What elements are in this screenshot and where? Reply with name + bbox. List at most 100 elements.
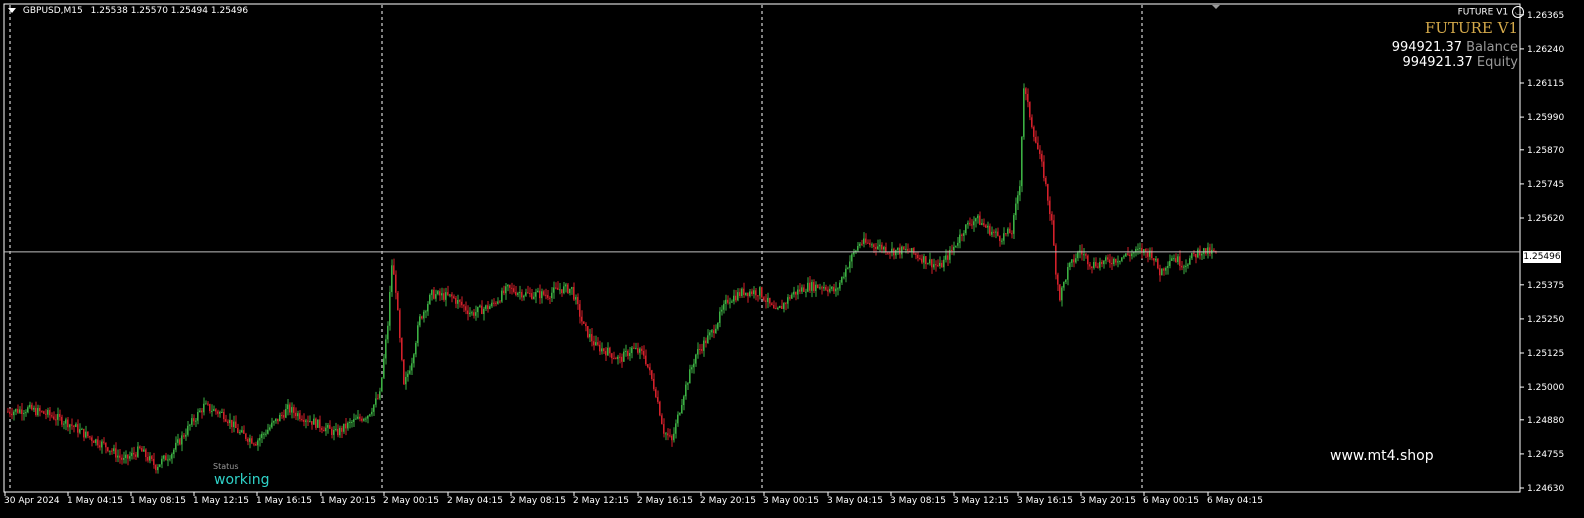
candle-body xyxy=(271,422,273,428)
price-tick-label: 1.25125 xyxy=(1527,349,1564,359)
candle-body xyxy=(1081,250,1083,255)
candle-body xyxy=(343,423,345,432)
candle-body xyxy=(757,295,759,297)
candle-body xyxy=(23,413,25,415)
candle-body xyxy=(1169,260,1171,267)
candle-body xyxy=(289,404,291,413)
candle-body xyxy=(759,287,761,296)
candle-body xyxy=(1009,228,1011,234)
candle-body xyxy=(1197,249,1199,258)
price-tick-label: 1.26240 xyxy=(1527,45,1564,55)
symbol-header[interactable]: GBPUSD,M15 1.25538 1.25570 1.25494 1.254… xyxy=(8,6,248,16)
candle-body xyxy=(753,290,755,295)
candle-body xyxy=(45,413,47,415)
price-tick-label: 1.25620 xyxy=(1527,214,1564,224)
candle-body xyxy=(793,291,795,295)
candle-body xyxy=(561,289,563,293)
candle-body xyxy=(101,441,103,448)
candle-body xyxy=(811,282,813,291)
candle-body xyxy=(173,449,175,455)
candle-body xyxy=(47,410,49,415)
candle-body xyxy=(171,454,173,459)
chart-menu-triangle-icon[interactable] xyxy=(8,8,16,13)
candle-body xyxy=(533,296,535,299)
candle-body xyxy=(1213,249,1215,251)
candle-body xyxy=(775,308,777,310)
candle-body xyxy=(633,347,635,349)
candle-body xyxy=(573,287,575,300)
candle-body xyxy=(1059,284,1061,301)
candle-body xyxy=(963,233,965,236)
candle-body xyxy=(311,421,313,425)
candle-body xyxy=(627,350,629,356)
candle-body xyxy=(465,306,467,311)
candle-body xyxy=(667,433,669,436)
candle-body xyxy=(517,293,519,295)
candle-body xyxy=(635,348,637,350)
candle-body xyxy=(83,428,85,438)
candle-body xyxy=(871,244,873,246)
candle-body xyxy=(839,282,841,289)
candle-body xyxy=(475,312,477,316)
candle-body xyxy=(611,353,613,359)
candle-body xyxy=(405,376,407,385)
candle-body xyxy=(69,424,71,428)
candle-body xyxy=(187,425,189,435)
candle-body xyxy=(77,424,79,433)
candle-body xyxy=(843,276,845,278)
candle-body xyxy=(61,416,63,425)
candle-body xyxy=(883,247,885,250)
candle-body xyxy=(869,242,871,245)
candle-body xyxy=(729,302,731,304)
candle-body xyxy=(321,427,323,430)
candle-body xyxy=(873,244,875,248)
candle-body xyxy=(1039,149,1041,154)
candle-body xyxy=(549,297,551,299)
time-tick-label: 3 May 04:15 xyxy=(827,496,883,506)
candle-body xyxy=(1023,88,1025,137)
candle-body xyxy=(163,455,165,459)
candle-body xyxy=(1013,215,1015,234)
expert-advisor-label[interactable]: FUTURE V1 ◡ xyxy=(1458,6,1524,18)
candle-body xyxy=(249,438,251,442)
candle-body xyxy=(381,377,383,392)
candle-body xyxy=(623,351,625,362)
candle-body xyxy=(149,456,151,461)
candle-body xyxy=(737,292,739,301)
time-tick-label: 3 May 16:15 xyxy=(1017,496,1073,506)
candle-body xyxy=(185,434,187,437)
candle-body xyxy=(417,325,419,343)
candle-body xyxy=(931,259,933,268)
candle-body xyxy=(881,244,883,250)
candle-body xyxy=(1121,257,1123,261)
candle-body xyxy=(1067,267,1069,280)
candle-body xyxy=(337,428,339,436)
candle-body xyxy=(193,418,195,422)
chart-window[interactable]: 1.26365 1.26240 1.26115 1.25990 1.25870 1.257… xyxy=(0,0,1584,518)
price-chart[interactable]: 1.26365 1.26240 1.26115 1.25990 1.25870 1.257… xyxy=(0,0,1584,518)
candle-body xyxy=(67,419,69,428)
candle-body xyxy=(1007,228,1009,234)
candle-body xyxy=(741,288,743,296)
candle-body xyxy=(1025,88,1027,94)
candle-body xyxy=(395,274,397,293)
candle-body xyxy=(901,246,903,255)
candle-body xyxy=(35,407,37,416)
candle-body xyxy=(779,306,781,308)
candle-body xyxy=(997,231,999,236)
candle-body xyxy=(631,347,633,353)
candle-body xyxy=(859,243,861,246)
candle-body xyxy=(1087,255,1089,265)
candles xyxy=(7,83,1217,474)
candle-body xyxy=(369,414,371,416)
candle-body xyxy=(255,444,257,446)
candle-body xyxy=(105,442,107,448)
candle-body xyxy=(453,296,455,299)
candle-body xyxy=(953,246,955,251)
candle-body xyxy=(177,439,179,443)
candle-body xyxy=(595,342,597,346)
candle-body xyxy=(1015,203,1017,216)
candle-body xyxy=(357,416,359,419)
symbol-timeframe: GBPUSD,M15 xyxy=(22,6,83,16)
candle-body xyxy=(329,425,331,429)
